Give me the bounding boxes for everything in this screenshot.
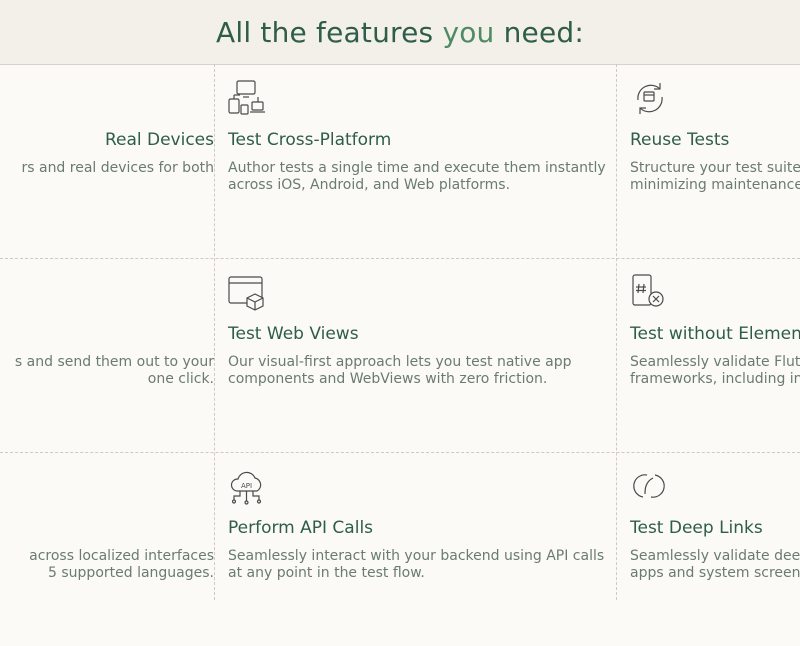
link-icon — [630, 467, 668, 505]
feature-title: Test Deep Links — [630, 518, 763, 538]
feature-description: Our visual-first approach lets you test … — [228, 354, 572, 387]
features-grid: Real Devices rs and real devices for bot… — [0, 64, 800, 600]
feature-description: rs and real devices for both — [21, 160, 214, 176]
feature-card-without-element-ids: Test without Element I Seamlessly valida… — [617, 258, 800, 452]
feature-description: across localized interfaces 5 supported … — [29, 548, 214, 581]
feature-description: Seamlessly validate deep apps and system… — [630, 548, 800, 581]
feature-description: Seamlessly interact with your backend us… — [228, 548, 605, 581]
feature-title: Test Web Views — [228, 324, 359, 344]
devices-icon — [228, 79, 266, 117]
refresh-box-icon — [630, 79, 668, 117]
feature-card-api-calls: API Perform API Calls Seamlessly interac… — [215, 452, 615, 646]
heading-accent: you — [442, 15, 495, 49]
feature-description: Structure your test suite minimizing mai… — [630, 160, 800, 193]
feature-title: Test Cross-Platform — [228, 130, 392, 150]
feature-card-web-views: Test Web Views Our visual-first approach… — [215, 258, 615, 452]
feature-title: Real Devices — [104, 130, 214, 150]
feature-description: s and send them out to your one click. — [14, 354, 214, 387]
feature-description: Seamlessly validate Flutt frameworks, in… — [630, 354, 800, 387]
feature-title: Perform API Calls — [228, 518, 374, 538]
cloud-api-icon: API — [228, 467, 266, 505]
heading-suffix: need: — [494, 15, 585, 49]
features-heading: All the features you need: — [216, 16, 584, 49]
feature-card-cross-platform: Test Cross-Platform Author tests a singl… — [215, 64, 615, 258]
feature-card-reuse-tests: Reuse Tests Structure your test suite mi… — [617, 64, 800, 258]
features-header: All the features you need: — [0, 0, 800, 65]
feature-description: Author tests a single time and execute t… — [228, 160, 606, 193]
hash-x-icon — [630, 273, 668, 311]
browser-box-icon — [228, 273, 266, 311]
heading-prefix: All the features — [215, 15, 443, 49]
svg-text:API: API — [241, 482, 252, 490]
feature-title: Test without Element I — [630, 324, 800, 344]
feature-title: Reuse Tests — [630, 130, 730, 150]
feature-card-deep-links: Test Deep Links Seamlessly validate deep… — [617, 452, 800, 646]
